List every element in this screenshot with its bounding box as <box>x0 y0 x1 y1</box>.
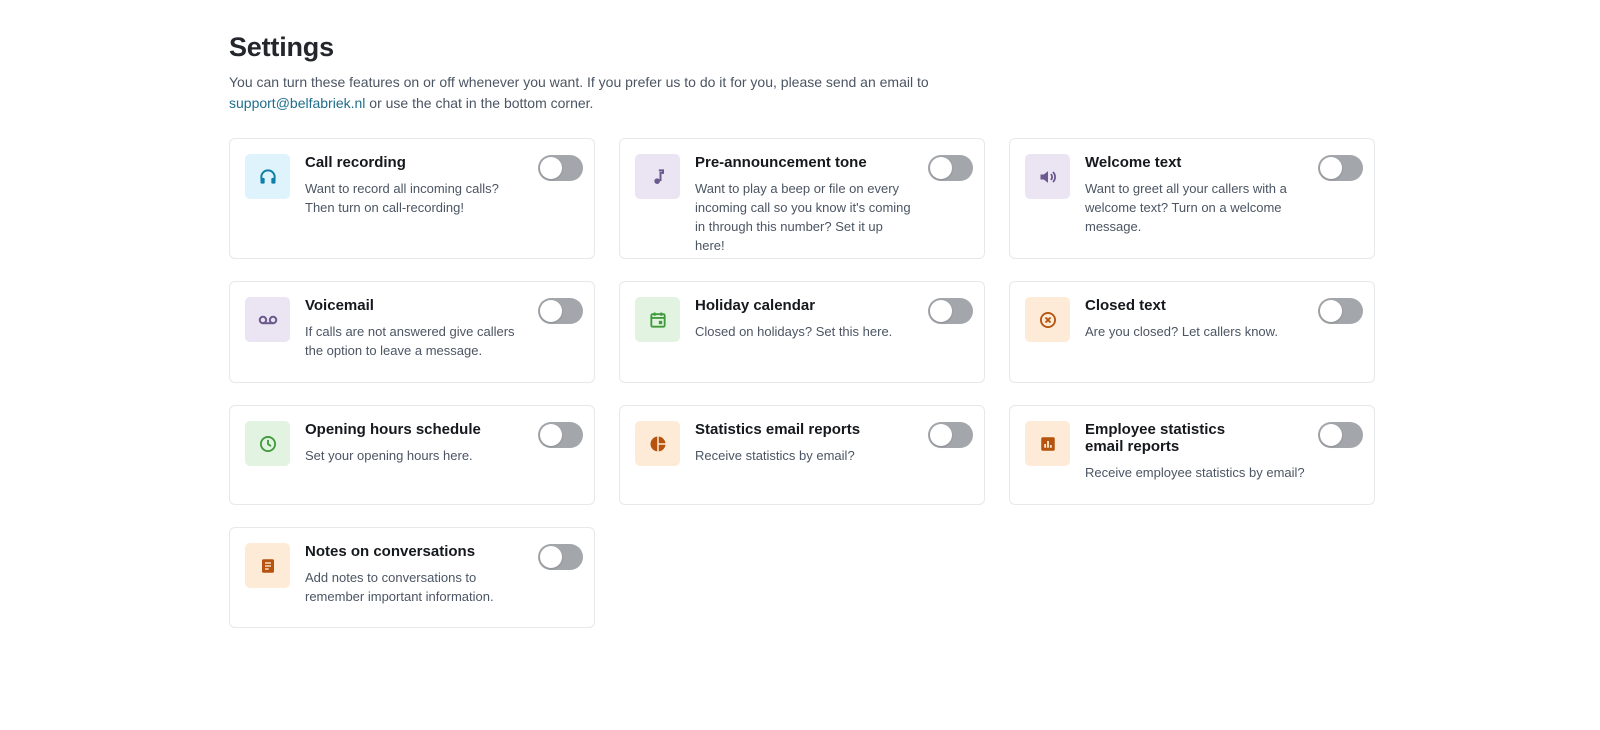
headphones-icon <box>245 154 290 199</box>
feature-description: Are you closed? Let callers know. <box>1085 324 1278 339</box>
opening-hours-schedule-toggle[interactable] <box>538 422 583 448</box>
notes-on-conversations-toggle[interactable] <box>538 544 583 570</box>
cancel-circle-icon <box>1025 297 1070 342</box>
toggle-knob <box>540 546 562 568</box>
pre-announcement-tone-toggle[interactable] <box>928 155 973 181</box>
employee-statistics-email-reports-toggle[interactable] <box>1318 422 1363 448</box>
pie-chart-icon <box>635 421 680 466</box>
toggle-knob <box>930 424 952 446</box>
feature-description: Receive employee statistics by email? <box>1085 465 1305 480</box>
toggle-knob <box>930 157 952 179</box>
bar-chart-icon <box>1025 421 1070 466</box>
closed-text-toggle[interactable] <box>1318 298 1363 324</box>
feature-description: Want to play a beep or file on every inc… <box>695 181 911 253</box>
voicemail-icon <box>245 297 290 342</box>
intro-text: You can turn these features on or off wh… <box>229 74 929 90</box>
feature-title: Employee statistics email reports <box>1085 421 1226 455</box>
feature-description: Set your opening hours here. <box>305 448 473 463</box>
statistics-email-reports-toggle[interactable] <box>928 422 973 448</box>
feature-description: Want to greet all your callers with a we… <box>1085 181 1287 234</box>
feature-card-opening-hours-schedule: Opening hours schedule Set your opening … <box>229 405 595 505</box>
feature-title: Call recording <box>305 154 406 171</box>
feature-title: Opening hours schedule <box>305 421 481 438</box>
feature-card-employee-statistics-email-reports: Employee statistics email reports Receiv… <box>1009 405 1375 505</box>
toggle-knob <box>540 157 562 179</box>
feature-description: Closed on holidays? Set this here. <box>695 324 893 339</box>
feature-card-call-recording: Call recording Want to record all incomi… <box>229 138 595 259</box>
feature-title: Statistics email reports <box>695 421 861 438</box>
page-intro: You can turn these features on or off wh… <box>229 72 949 113</box>
speaker-icon <box>1025 154 1070 199</box>
feature-title: Welcome text <box>1085 154 1182 171</box>
feature-description: If calls are not answered give callers t… <box>305 324 515 358</box>
intro-text-end: or use the chat in the bottom corner. <box>369 94 594 111</box>
feature-card-closed-text: Closed text Are you closed? Let callers … <box>1009 281 1375 383</box>
toggle-knob <box>1320 157 1342 179</box>
feature-title: Pre-announcement tone <box>695 154 867 171</box>
music-note-icon <box>635 154 680 199</box>
settings-page: Settings You can turn these features on … <box>229 30 1377 628</box>
feature-description: Add notes to conversations to remember i… <box>305 570 494 604</box>
welcome-text-toggle[interactable] <box>1318 155 1363 181</box>
feature-card-statistics-email-reports: Statistics email reports Receive statist… <box>619 405 985 505</box>
feature-title: Notes on conversations <box>305 543 476 560</box>
feature-description: Want to record all incoming calls? Then … <box>305 181 499 215</box>
feature-card-holiday-calendar: Holiday calendar Closed on holidays? Set… <box>619 281 985 383</box>
toggle-knob <box>1320 300 1342 322</box>
feature-card-voicemail: Voicemail If calls are not answered give… <box>229 281 595 383</box>
feature-card-welcome-text: Welcome text Want to greet all your call… <box>1009 138 1375 259</box>
toggle-knob <box>540 424 562 446</box>
feature-description: Receive statistics by email? <box>695 448 855 463</box>
toggle-knob <box>1320 424 1342 446</box>
clock-icon <box>245 421 290 466</box>
calendar-icon <box>635 297 680 342</box>
holiday-calendar-toggle[interactable] <box>928 298 973 324</box>
feature-title: Closed text <box>1085 297 1166 314</box>
notes-icon <box>245 543 290 588</box>
feature-card-pre-announcement-tone: Pre-announcement tone Want to play a bee… <box>619 138 985 259</box>
feature-title: Voicemail <box>305 297 374 314</box>
voicemail-toggle[interactable] <box>538 298 583 324</box>
support-email-link[interactable]: support@belfabriek.nl <box>229 95 365 111</box>
toggle-knob <box>540 300 562 322</box>
feature-title: Holiday calendar <box>695 297 816 314</box>
toggle-knob <box>930 300 952 322</box>
page-title: Settings <box>229 32 334 62</box>
call-recording-toggle[interactable] <box>538 155 583 181</box>
feature-card-notes-on-conversations: Notes on conversations Add notes to conv… <box>229 527 595 628</box>
